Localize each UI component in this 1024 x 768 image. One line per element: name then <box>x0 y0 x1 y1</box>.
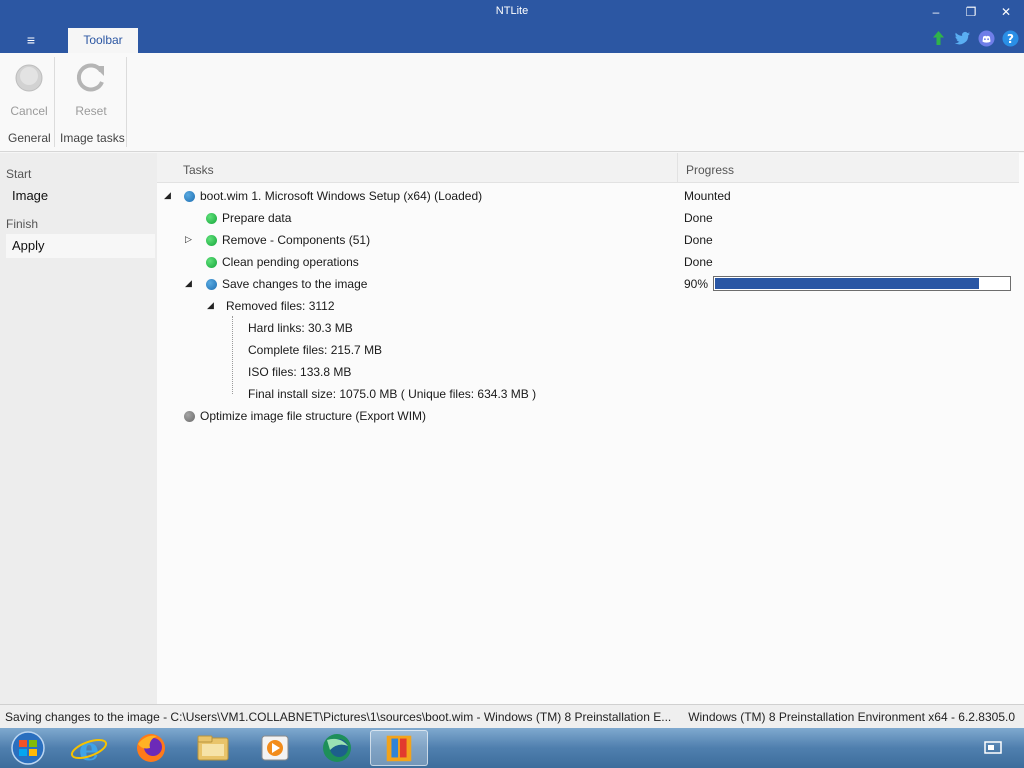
task-label: Complete files: 215.7 MB <box>248 343 383 357</box>
cancel-button[interactable]: Cancel <box>6 61 52 118</box>
task-row-complete-files[interactable]: Complete files: 215.7 MB <box>157 339 1019 361</box>
internet-explorer-icon[interactable]: e <box>62 730 116 766</box>
collapse-icon[interactable]: ◢ <box>185 278 195 288</box>
app-icon[interactable] <box>310 730 364 766</box>
progress-bar <box>713 276 1011 291</box>
task-row-save[interactable]: ◢ Save changes to the image 90% <box>157 273 1019 295</box>
collapse-icon[interactable]: ◢ <box>164 190 174 200</box>
task-label: Prepare data <box>222 211 292 225</box>
status-dot-icon <box>206 257 217 268</box>
tab-toolbar[interactable]: Toolbar <box>68 28 138 53</box>
twitter-icon[interactable] <box>954 30 971 47</box>
status-text: Saving changes to the image - C:\Users\V… <box>5 710 672 724</box>
status-dot-icon <box>206 213 217 224</box>
status-bar: Saving changes to the image - C:\Users\V… <box>0 704 1024 728</box>
discord-icon[interactable] <box>978 30 995 47</box>
task-row-prepare[interactable]: Prepare data Done <box>157 207 1019 229</box>
nav-header-finish: Finish <box>6 217 39 231</box>
restore-button[interactable]: ❐ <box>954 0 988 24</box>
left-nav: Start Image Finish Apply <box>0 153 157 704</box>
window-title: NTLite <box>495 5 529 17</box>
collapse-icon[interactable]: ◢ <box>207 300 217 310</box>
nav-header-start: Start <box>6 167 32 181</box>
firefox-icon[interactable] <box>124 730 178 766</box>
ribbon: Cancel Reset General Image tasks <box>0 53 1024 152</box>
task-row-clean[interactable]: Clean pending operations Done <box>157 251 1019 273</box>
status-dot-icon <box>206 235 217 246</box>
task-label: Clean pending operations <box>222 255 359 269</box>
nav-item-apply[interactable]: Apply <box>6 234 155 258</box>
status-dot-icon <box>184 191 195 202</box>
svg-text:?: ? <box>1007 32 1014 46</box>
task-label: Save changes to the image <box>222 277 368 291</box>
task-label: Removed files: 3112 <box>226 299 335 313</box>
ribbon-divider <box>54 57 55 147</box>
task-row-iso-files[interactable]: ISO files: 133.8 MB <box>157 361 1019 383</box>
start-orb-icon[interactable] <box>2 730 56 766</box>
progress-bar-fill <box>714 277 981 290</box>
minimize-button[interactable]: – <box>919 0 953 24</box>
cancel-label: Cancel <box>10 104 48 118</box>
task-label: Remove - Components (51) <box>222 233 371 247</box>
task-status: Done <box>684 233 713 247</box>
task-status: Mounted <box>684 189 731 203</box>
task-status: Done <box>684 255 713 269</box>
task-row-removed-files[interactable]: ◢ Removed files: 3112 <box>157 295 1019 317</box>
progress-percent: 90% <box>684 277 709 291</box>
media-player-icon[interactable] <box>248 730 302 766</box>
reset-label: Reset <box>75 104 107 118</box>
expand-icon[interactable]: ▷ <box>185 234 195 244</box>
task-row-final-size[interactable]: Final install size: 1075.0 MB ( Unique f… <box>157 383 1019 405</box>
column-header-tasks[interactable]: Tasks <box>157 153 677 183</box>
show-desktop-icon[interactable] <box>983 740 1003 756</box>
task-list: Tasks Progress ◢ boot.wim 1. Microsoft W… <box>157 153 1024 704</box>
taskbar: e <box>0 728 1024 768</box>
title-bar: NTLite – ❐ ✕ <box>0 0 1024 24</box>
column-header-progress[interactable]: Progress <box>677 153 1019 183</box>
task-row-remove[interactable]: ▷ Remove - Components (51) Done <box>157 229 1019 251</box>
task-row-optimize[interactable]: Optimize image file structure (Export WI… <box>157 405 1019 427</box>
status-version: Windows (TM) 8 Preinstallation Environme… <box>688 710 1015 724</box>
help-icon[interactable]: ? <box>1002 30 1019 47</box>
status-dot-icon <box>206 279 217 290</box>
task-label: Hard links: 30.3 MB <box>248 321 353 335</box>
status-dot-icon <box>184 411 195 422</box>
file-explorer-icon[interactable] <box>186 730 240 766</box>
group-label-image-tasks: Image tasks <box>60 131 125 145</box>
task-label: boot.wim 1. Microsoft Windows Setup (x64… <box>200 189 483 203</box>
task-status: Done <box>684 211 713 225</box>
ntlite-icon[interactable] <box>370 730 428 766</box>
reset-button[interactable]: Reset <box>68 61 114 118</box>
close-button[interactable]: ✕ <box>989 0 1023 24</box>
menu-icon[interactable]: ≡ <box>18 30 44 50</box>
task-row-image[interactable]: ◢ boot.wim 1. Microsoft Windows Setup (x… <box>157 185 1019 207</box>
group-label-general: General <box>8 131 51 145</box>
ribbon-divider <box>126 57 127 147</box>
reset-icon <box>76 63 104 92</box>
task-row-hard-links[interactable]: Hard links: 30.3 MB <box>157 317 1019 339</box>
task-label: Final install size: 1075.0 MB ( Unique f… <box>248 387 537 401</box>
ribbon-tab-strip: ≡ Toolbar ? <box>0 24 1024 53</box>
nav-item-image[interactable]: Image <box>6 184 155 208</box>
task-label: Optimize image file structure (Export WI… <box>200 409 427 423</box>
svg-text:e: e <box>79 730 99 766</box>
update-arrow-icon[interactable] <box>930 30 947 47</box>
cancel-icon <box>15 64 43 92</box>
task-label: ISO files: 133.8 MB <box>248 365 352 379</box>
